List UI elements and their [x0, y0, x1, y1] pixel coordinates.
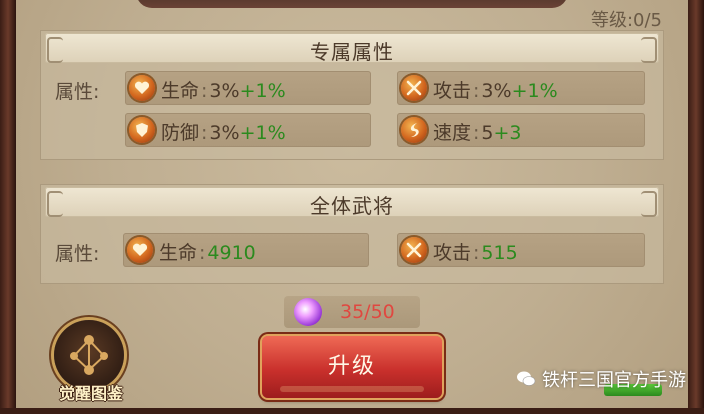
stat-bonus: +1%	[511, 80, 558, 102]
stat-hp: 生命:3%+1%	[125, 71, 371, 105]
stat-bonus: +3	[493, 122, 522, 144]
upgrade-button[interactable]: 升级	[262, 336, 442, 398]
stat-name: 速度	[433, 122, 472, 144]
sword-icon	[401, 75, 427, 101]
stat-value: 3%	[481, 80, 512, 102]
awaken-book-label: 觉醒图鉴	[58, 384, 123, 403]
stat-value: 5	[481, 122, 494, 144]
awaken-book-button[interactable]: 觉醒图鉴	[50, 320, 132, 404]
stat-name: 防御	[161, 122, 200, 144]
right-frame	[688, 0, 704, 414]
heart-icon	[129, 75, 155, 101]
stat-name: 生命	[161, 80, 200, 102]
exclusive-attributes-section: 专属属性 属性: 生命:3%+1% 攻击:3%+1% 防御:3%+1% 速度:5…	[40, 30, 664, 160]
stat-value: 515	[481, 242, 518, 264]
all-generals-section: 全体武将 属性: 生命:4910 攻击:515	[40, 184, 664, 284]
left-frame	[0, 0, 16, 414]
bottom-rim	[0, 408, 704, 414]
attribute-row-label: 属性:	[55, 243, 100, 265]
stat-speed: 速度:5+3	[397, 113, 645, 147]
watermark: 铁杆三国官方手游	[516, 366, 686, 392]
stat-defense: 防御:3%+1%	[125, 113, 371, 147]
upgrade-cost: 35/50	[284, 296, 420, 328]
shield-icon	[129, 117, 155, 143]
watermark-text: 铁杆三国官方手游	[542, 370, 686, 391]
attribute-row-label: 属性:	[55, 81, 100, 103]
wechat-icon	[516, 370, 536, 388]
stat-value: 3%	[209, 80, 240, 102]
section-title: 全体武将	[310, 194, 394, 218]
heart-icon	[127, 237, 153, 263]
stat-hp: 生命:4910	[123, 233, 369, 267]
stat-bonus: +1%	[239, 122, 286, 144]
stat-value: 4910	[207, 242, 256, 264]
section-header: 全体武将	[45, 187, 659, 218]
stat-bonus: +1%	[239, 80, 286, 102]
sword-icon	[401, 237, 427, 263]
stat-name: 攻击	[433, 80, 472, 102]
stat-attack: 攻击:3%+1%	[397, 71, 645, 105]
speed-icon	[401, 117, 427, 143]
section-header: 专属属性	[45, 33, 659, 64]
stat-name: 生命	[159, 242, 198, 264]
level-indicator: 等级:0/5	[590, 10, 662, 31]
stat-value: 3%	[209, 122, 240, 144]
top-ornament	[136, 0, 568, 8]
stat-name: 攻击	[433, 242, 472, 264]
section-title: 专属属性	[310, 40, 394, 64]
purple-gem-icon	[294, 298, 322, 326]
cost-amount: 35/50	[340, 301, 395, 323]
stat-attack: 攻击:515	[397, 233, 645, 267]
